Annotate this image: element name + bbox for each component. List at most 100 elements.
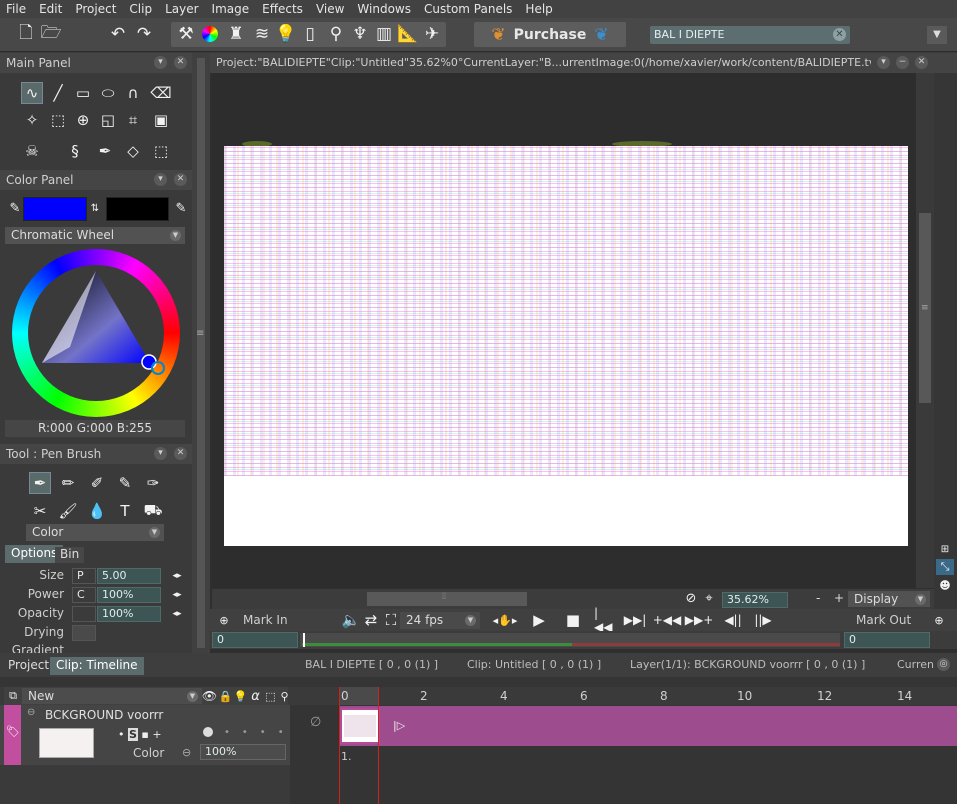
remote-icon[interactable]: ▯ <box>299 23 321 45</box>
zoom-field[interactable]: 35.62% <box>722 592 788 608</box>
play-icon[interactable]: ▶ <box>528 609 550 631</box>
frame-icon[interactable]: ⬚ <box>150 140 172 162</box>
layer-thumbnail[interactable] <box>39 728 94 758</box>
paper-plane-icon[interactable]: ✈ <box>421 23 443 45</box>
search-zoom-icon[interactable]: ⚲ <box>325 23 347 45</box>
horizontal-scrollbar[interactable]: ⦙⦙ ⊘ ⌖ 35.62% - + Display ▼ <box>212 589 934 609</box>
mark-out-label[interactable]: Mark Out <box>856 613 911 627</box>
stop-icon[interactable]: ■ <box>562 609 584 631</box>
close-icon[interactable]: ✕ <box>915 56 928 69</box>
collapse-icon[interactable]: ▾ <box>154 173 167 186</box>
resize-diagonal-icon[interactable]: ⤡ <box>936 559 954 575</box>
layer-flags[interactable]: • S ▪ + <box>118 728 162 741</box>
fps-dropdown[interactable]: 24 fps ▼ <box>400 612 480 629</box>
vertical-scrollbar[interactable]: ≡ <box>916 73 934 588</box>
warp-icon[interactable]: § <box>64 140 86 162</box>
frame-select-icon[interactable]: ⬚ <box>263 685 278 707</box>
ellipse-icon[interactable]: ⬭ <box>97 82 119 104</box>
text-icon[interactable]: T <box>114 500 136 522</box>
airbrush-icon[interactable]: ✐ <box>86 472 108 494</box>
display-dropdown[interactable]: Display ▼ <box>848 591 930 607</box>
menu-file[interactable]: File <box>6 2 26 16</box>
chromatic-wheel[interactable] <box>10 247 182 417</box>
new-document-icon[interactable]: 🗋 <box>15 23 37 45</box>
zoom-in-button[interactable]: + <box>834 591 844 605</box>
horizontal-scroll-thumb[interactable] <box>367 592 527 606</box>
add-mark-out-icon[interactable]: ⊕ <box>928 609 950 631</box>
left-splitter[interactable]: ≡ <box>192 53 210 653</box>
empty-frame-icon[interactable]: ∅ <box>310 715 321 730</box>
open-document-icon[interactable]: 🗁 <box>40 23 62 45</box>
menu-layer[interactable]: Layer <box>165 2 198 16</box>
fit-icon[interactable]: ⊞ <box>936 541 954 557</box>
close-icon[interactable]: ✕ <box>174 173 187 186</box>
clear-search-icon[interactable]: ✕ <box>833 28 846 41</box>
project-search-field[interactable]: BAL I DIEPTE ✕ <box>650 26 850 44</box>
mark-in-label[interactable]: Mark In <box>243 613 288 627</box>
menu-custom-panels[interactable]: Custom Panels <box>424 2 512 16</box>
plus-circle-icon[interactable]: ⊕ <box>72 109 94 131</box>
pen-brush-icon[interactable]: ✒ <box>29 472 51 494</box>
arc-icon[interactable]: ∩ <box>122 82 144 104</box>
step-back-icon[interactable]: ◀|| <box>722 609 744 631</box>
collapse-icon[interactable]: ▾ <box>877 56 890 69</box>
tab-project[interactable]: Project <box>2 657 56 675</box>
selection-icon[interactable]: ⬚ <box>47 109 69 131</box>
opacity-pressure-toggle[interactable] <box>72 606 96 622</box>
mark-out-field[interactable]: 0 <box>844 632 930 648</box>
prev-frame-icon[interactable]: +◀◀ <box>653 609 682 631</box>
lock-icon[interactable]: 🔒 <box>218 685 233 707</box>
layers-icon[interactable]: ♜ <box>225 23 247 45</box>
rectangle-icon[interactable]: ▭ <box>72 82 94 104</box>
lightbulb-icon[interactable]: 💡 <box>233 685 248 707</box>
power-pressure-toggle[interactable]: C <box>72 587 96 603</box>
next-frame-icon[interactable]: ▶▶+ <box>685 609 714 631</box>
mini-playhead[interactable] <box>303 633 305 647</box>
magic-wand-icon[interactable]: ✧ <box>21 109 43 131</box>
water-drop-icon[interactable]: 💧 <box>86 500 108 522</box>
color-wheel-icon[interactable] <box>199 23 221 45</box>
fullscreen-icon[interactable]: ⛶ <box>380 609 402 631</box>
toolbar-dropdown-button[interactable]: ▼ <box>927 26 947 44</box>
last-frame-icon[interactable]: ▶▶| <box>624 609 647 631</box>
line-icon[interactable]: ╱ <box>47 82 69 104</box>
lightbulb-icon[interactable]: 💡 <box>275 23 297 45</box>
visibility-eye-icon[interactable]: 👁 <box>202 685 217 707</box>
measure-icon[interactable]: 📐 <box>397 23 419 45</box>
size-pressure-toggle[interactable]: P <box>72 568 96 584</box>
layer-mode-label[interactable]: Color <box>133 746 164 760</box>
eraser-icon[interactable]: ⌫ <box>150 82 172 104</box>
skull-icon[interactable]: ☠ <box>21 140 43 162</box>
drying-toggle[interactable] <box>72 625 96 641</box>
library-icon[interactable]: ▥ <box>373 23 395 45</box>
new-layer-dropdown[interactable]: New ▼ <box>22 688 202 704</box>
menu-clip[interactable]: Clip <box>129 2 152 16</box>
opacity-field[interactable]: 100% <box>97 606 161 622</box>
transform-icon[interactable]: ◱ <box>97 109 119 131</box>
camera-icon[interactable]: ▣ <box>150 109 172 131</box>
playhead-line[interactable] <box>339 687 340 804</box>
color-mode-dropdown[interactable]: Chromatic Wheel ▼ <box>5 227 185 244</box>
size-field[interactable]: 5.00 <box>97 568 161 584</box>
menu-view[interactable]: View <box>316 2 344 16</box>
blend-icon[interactable]: ⊖ <box>182 746 191 759</box>
user-icon[interactable]: ☻ <box>936 577 954 593</box>
purchase-button[interactable]: ❦ Purchase ❦ <box>474 22 626 47</box>
close-icon[interactable]: ✕ <box>174 447 187 460</box>
collapse-layer-icon[interactable]: ⊖ <box>27 707 35 718</box>
loop-icon[interactable]: ⇄ <box>360 609 382 631</box>
add-mark-in-icon[interactable]: ⊕ <box>213 609 235 631</box>
canvas-viewport[interactable] <box>212 73 916 588</box>
layer-dot-active[interactable] <box>203 727 213 737</box>
splitter-grip-icon[interactable]: ≡ <box>196 328 204 339</box>
flip-icon[interactable]: ◇ <box>122 140 144 162</box>
mark-in-field[interactable]: 0 <box>212 632 298 648</box>
settings-icon[interactable]: ◎ <box>937 658 950 671</box>
alpha-icon[interactable]: α <box>248 685 263 707</box>
layer-track[interactable] <box>340 706 957 746</box>
toolbox-icon[interactable]: ⚒ <box>175 23 197 45</box>
playhead-end-line[interactable] <box>378 687 379 804</box>
power-field[interactable]: 100% <box>97 587 161 603</box>
swap-colors-icon[interactable]: ⇅ <box>88 197 102 219</box>
menu-edit[interactable]: Edit <box>39 2 62 16</box>
